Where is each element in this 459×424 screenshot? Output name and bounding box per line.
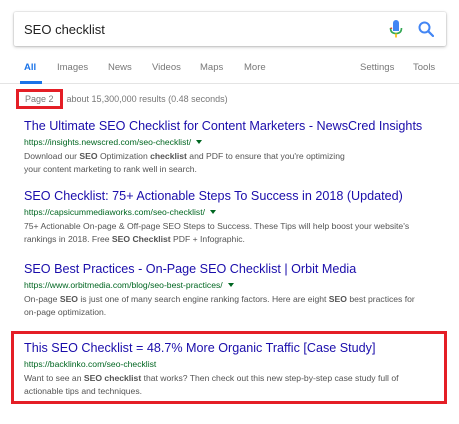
result-snippet: Want to see an SEO checklist that works?… bbox=[24, 373, 399, 396]
result-title[interactable]: This SEO Checklist = 48.7% More Organic … bbox=[24, 340, 444, 356]
tab-images[interactable]: Images bbox=[57, 62, 88, 73]
result-stats: Page 2 about 15,300,000 results (0.48 se… bbox=[16, 89, 228, 109]
result-snippet: 75+ Actionable On-page & Off-page SEO St… bbox=[24, 221, 410, 244]
page-number: Page 2 bbox=[25, 94, 54, 104]
result-title[interactable]: The Ultimate SEO Checklist for Content M… bbox=[24, 118, 444, 134]
tab-tools[interactable]: Tools bbox=[413, 62, 435, 73]
result-url[interactable]: https://capsicummediaworks.com/seo-check… bbox=[24, 206, 205, 218]
result-snippet: On-page SEO is just one of many search e… bbox=[24, 294, 415, 317]
result-count: about 15,300,000 results (0.48 seconds) bbox=[66, 94, 228, 104]
page-number-highlight: Page 2 bbox=[16, 89, 63, 109]
result-url[interactable]: https://www.orbitmedia.com/blog/seo-best… bbox=[24, 279, 223, 291]
tab-more[interactable]: More bbox=[244, 62, 266, 73]
tab-news[interactable]: News bbox=[108, 62, 132, 73]
search-box[interactable] bbox=[14, 12, 446, 46]
dropdown-arrow-icon[interactable] bbox=[196, 140, 203, 144]
search-icon[interactable] bbox=[414, 17, 438, 41]
tab-videos[interactable]: Videos bbox=[152, 62, 181, 73]
search-result-4: This SEO Checklist = 48.7% More Organic … bbox=[24, 340, 444, 397]
mic-icon[interactable] bbox=[384, 17, 408, 41]
tab-maps[interactable]: Maps bbox=[200, 62, 223, 73]
dropdown-arrow-icon[interactable] bbox=[227, 283, 234, 287]
result-url[interactable]: https://backlinko.com/seo-checklist bbox=[24, 358, 156, 370]
tab-settings[interactable]: Settings bbox=[360, 62, 394, 73]
search-input[interactable] bbox=[14, 12, 384, 46]
result-url[interactable]: https://insights.newscred.com/seo-checkl… bbox=[24, 136, 191, 148]
search-result-3: SEO Best Practices - On-Page SEO Checkli… bbox=[24, 261, 444, 318]
tab-all[interactable]: All bbox=[24, 62, 36, 73]
result-snippet: Download our SEO Optimization checklist … bbox=[24, 151, 345, 174]
active-tab-indicator bbox=[20, 81, 42, 84]
result-title[interactable]: SEO Best Practices - On-Page SEO Checkli… bbox=[24, 261, 444, 277]
search-result-2: SEO Checklist: 75+ Actionable Steps To S… bbox=[24, 188, 444, 245]
search-result-1: The Ultimate SEO Checklist for Content M… bbox=[24, 118, 444, 175]
result-title[interactable]: SEO Checklist: 75+ Actionable Steps To S… bbox=[24, 188, 444, 204]
search-tabs: All Images News Videos Maps More Setting… bbox=[0, 58, 459, 84]
dropdown-arrow-icon[interactable] bbox=[210, 210, 217, 214]
